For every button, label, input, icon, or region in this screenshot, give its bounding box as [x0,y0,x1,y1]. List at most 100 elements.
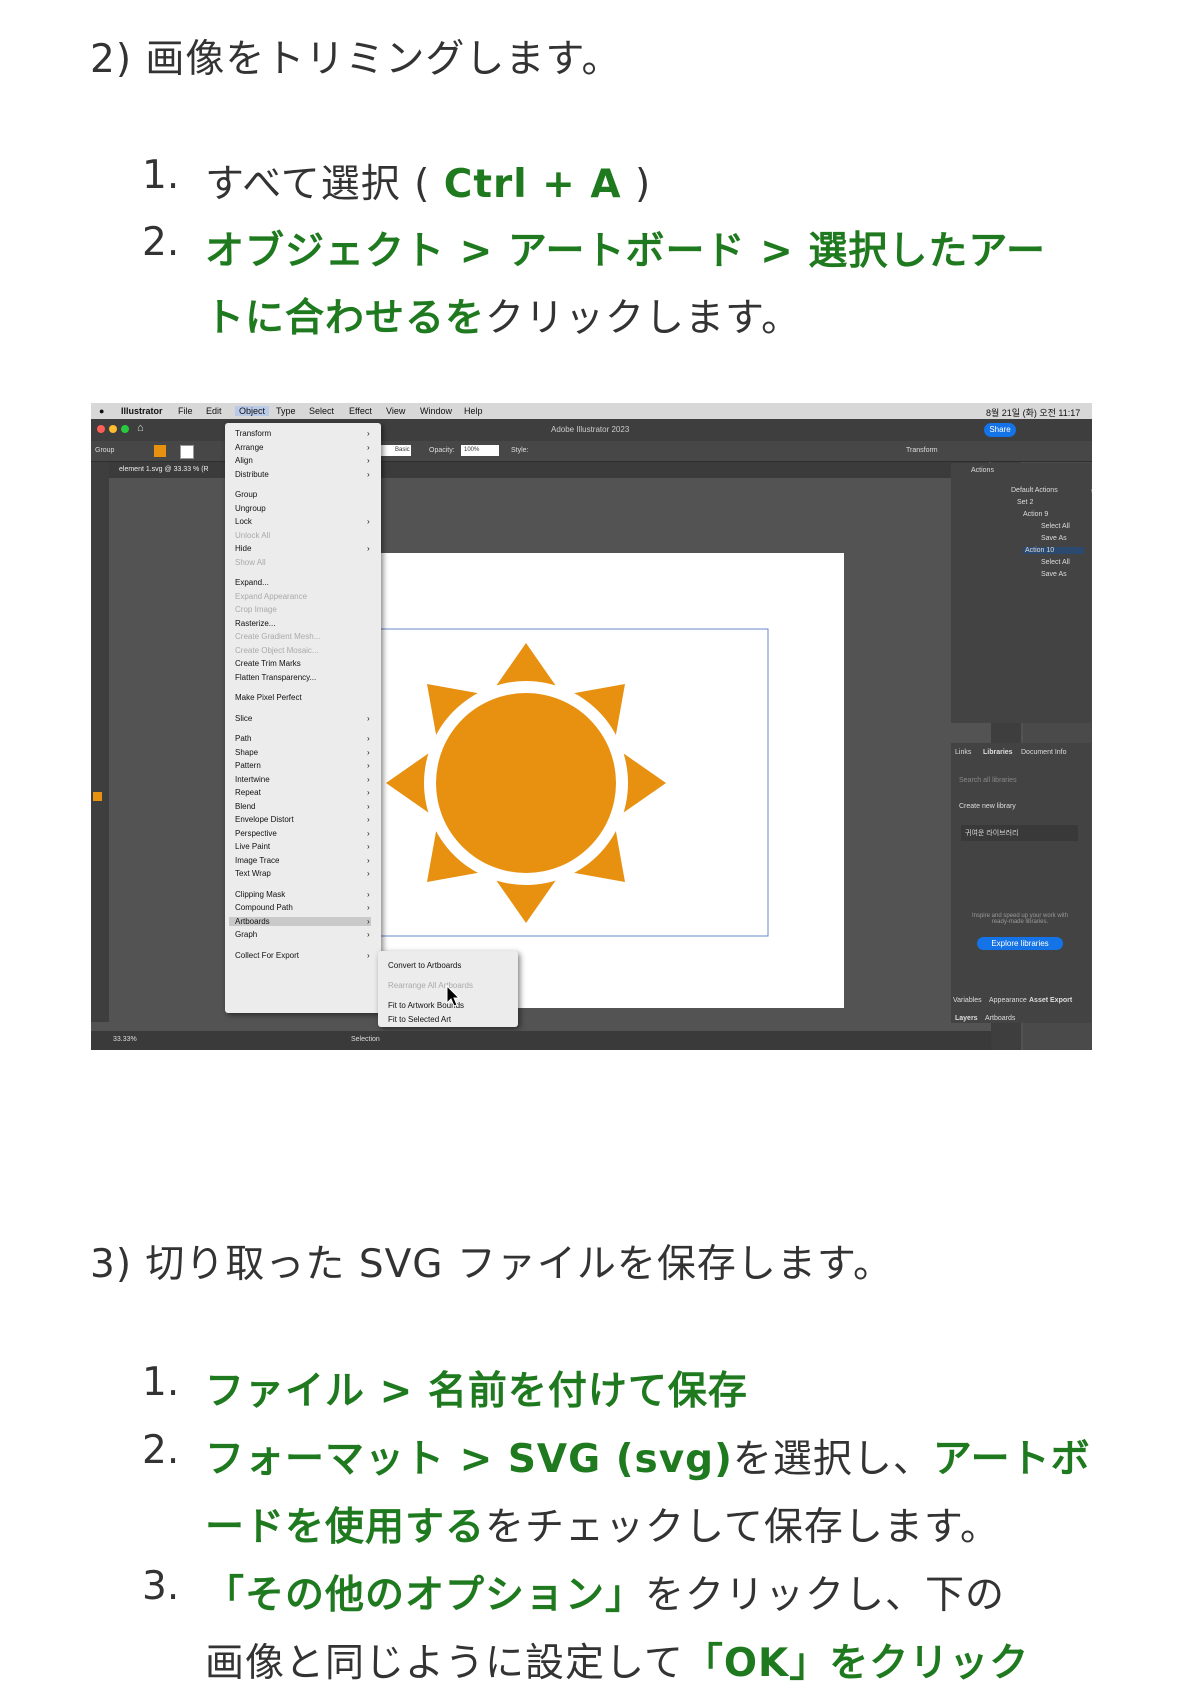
list-item: トに合わせるをクリックします。 [205,287,801,343]
tab-appearance: Appearance [989,997,1027,1004]
chevron-right-icon: › [367,842,370,851]
object-menu-item: Align [235,456,253,465]
step-text: を選択し、 [732,1437,933,1482]
list-number: 3. [142,1564,180,1609]
chevron-right-icon: › [367,916,370,926]
submenu-item: Convert to Artboards [388,961,462,970]
submenu-item: Fit to Selected Art [388,1015,452,1024]
object-menu-item: Image Trace [235,855,280,865]
chevron-right-icon: › [367,747,370,757]
object-menu-item: Create Object Mosaic... [235,645,319,655]
step-menu-path: ファイル > 名前を付けて保存 [205,1369,748,1414]
chevron-right-icon: › [367,788,370,797]
list-number: 1. [142,1360,180,1405]
object-menu-item: Distribute [235,469,269,479]
step-menu-path: フォーマット > SVG (svg) [205,1437,733,1482]
step-text: すべて選択 ( [205,162,444,207]
tab-asset-export: Asset Export [1029,997,1073,1004]
object-menu-item: Group [235,490,258,499]
object-menu-item: Blend [235,801,256,811]
library-search: Search all libraries [959,777,1017,784]
action-row: Action 9 [1023,511,1049,518]
object-menu-item: Artboards [229,916,371,926]
object-menu-item: Hide [235,544,252,553]
action-row: Default Actions [1011,487,1058,494]
action-row-selected: Action 10 [1023,547,1085,554]
list-item: 画像と同じように設定して「OK」をクリック [205,1632,1029,1688]
object-menu-item: Intertwine [235,774,270,784]
tab-variables: Variables [953,997,982,1004]
chevron-right-icon: › [367,713,370,723]
chevron-right-icon: › [367,950,370,960]
zoom-level: 33.33% [113,1036,137,1043]
step-option: アートボ [932,1437,1091,1482]
object-menu-item: Create Gradient Mesh... [235,632,321,641]
object-menu-item: Make Pixel Perfect [235,693,302,702]
chevron-right-icon: › [367,469,370,479]
object-menu-item: Unlock All [235,530,271,540]
object-menu-item: Live Paint [235,842,271,851]
list-item: フォーマット > SVG (svg)を選択し、アートボ [205,1428,1091,1484]
list-number: 2. [142,220,180,265]
status-text: Selection [351,1036,380,1043]
chevron-right-icon: › [367,828,370,838]
object-menu-item: Flatten Transparency... [235,672,317,682]
sun-core [436,693,616,873]
explore-libraries-button: Explore libraries [977,937,1063,950]
tab-document-info: Document Info [1021,749,1067,756]
chevron-right-icon: › [367,855,370,865]
step-option: 「OK」をクリック [683,1641,1030,1686]
object-menu-item: Create Trim Marks [235,659,301,668]
object-menu-item: Arrange [235,442,264,452]
object-menu-item: Compound Path [235,903,293,912]
object-menu-item: Path [235,734,252,743]
actions-list: Actions Default Actions Set 2 Action 9 S… [951,463,1091,723]
action-row: Select All [1041,559,1070,566]
chevron-right-icon: › [367,544,370,553]
list-item: 「その他のオプション」をクリックし、下の [205,1564,1005,1620]
step-text: ) [621,162,652,207]
object-menu-item: Shape [235,747,259,757]
chevron-right-icon: › [367,801,370,811]
object-menu-item: Perspective [235,828,277,838]
chevron-right-icon: › [367,930,370,939]
chevron-right-icon: › [367,456,370,465]
action-row: Save As [1041,535,1067,542]
object-menu-item: Transform [235,429,272,438]
mouse-cursor-icon [446,985,461,1007]
object-menu-item: Expand... [235,578,269,587]
chevron-right-icon: › [367,517,370,526]
object-menu-item: Crop Image [235,605,277,614]
chevron-right-icon: › [367,761,370,770]
actions-title: Actions [971,467,994,474]
step-option: 「その他のオプション」 [205,1573,646,1618]
section-2-heading: 2) 画像をトリミングします。 [90,37,622,82]
object-menu-item: Clipping Mask [235,889,286,899]
chevron-right-icon: › [367,889,370,899]
tab-layers: Layers [955,1015,978,1022]
list-item: すべて選択 ( Ctrl + A ) [205,153,651,209]
create-library-link: Create new library [959,803,1016,810]
status-bar: 33.33% Selection [91,1031,991,1050]
object-menu-item: Graph [235,930,258,939]
object-menu-item: Text Wrap [235,869,271,878]
tab-links: Links [955,749,972,756]
chevron-right-icon: › [367,903,370,912]
object-menu-item: Slice [235,713,253,723]
action-row: Select All [1041,523,1070,530]
tab-artboards: Artboards [985,1015,1016,1022]
chevron-right-icon: › [367,734,370,743]
step-menu-path: オブジェクト > アートボード > 選択したアー [205,229,1046,274]
step-text: 画像と同じように設定して [205,1641,684,1686]
list-item: ードを使用するをチェックして保存します。 [205,1496,1000,1552]
object-menu-item: Lock [235,517,252,526]
illustrator-screenshot: ● Illustrator File Edit Object Type Sele… [91,403,1092,1050]
library-hint: Inspire and speed up your work with read… [971,913,1069,925]
tab-libraries: Libraries [983,749,1013,756]
library-name-field: 귀여운 라이브러리 [961,825,1079,841]
list-number: 1. [142,153,180,198]
object-menu-item: Ungroup [235,503,266,513]
shortcut-key: Ctrl + A [443,162,622,207]
section-3-heading: 3) 切り取った SVG ファイルを保存します。 [90,1242,893,1287]
step-option: ードを使用する [205,1505,486,1550]
